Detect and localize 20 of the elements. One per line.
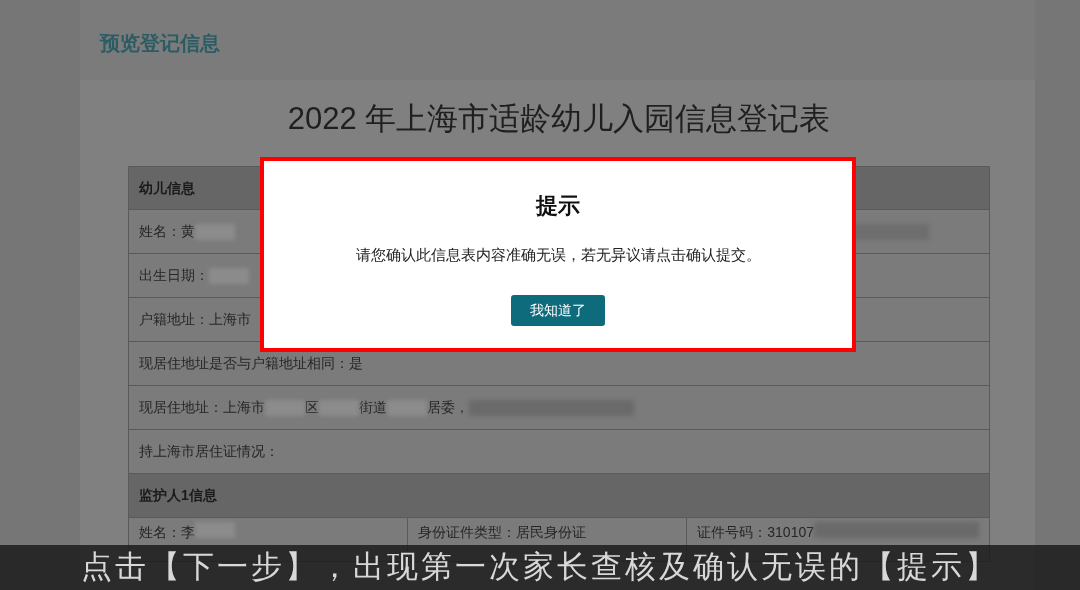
subtitle-text: 点击【下一步】，出现第一次家长查核及确认无误的【提示】: [81, 550, 999, 585]
field-text: 身份证件类型：居民身份证: [418, 523, 587, 543]
section-title: 监护人1信息: [139, 486, 217, 506]
field-text: 现居住地址：上海市: [139, 398, 265, 418]
field-text: 居委，: [427, 398, 469, 418]
field-text: 现居住地址是否与户籍地址相同：是: [139, 354, 363, 374]
section-title: 幼儿信息: [139, 178, 195, 198]
form-title: 2022 年上海市适龄幼儿入园信息登记表: [286, 100, 832, 138]
field-text: 姓名：李: [139, 523, 195, 543]
page-header-title: 预览登记信息: [100, 32, 220, 54]
field-text: 姓名：黄: [139, 222, 195, 242]
field-text: 持上海市居住证情况：: [139, 442, 279, 462]
field-text: 出生日期：: [139, 266, 209, 286]
field-text: 街道: [359, 398, 387, 418]
field-text: 区: [305, 398, 319, 418]
field-text: 户籍地址：上海市: [139, 310, 251, 330]
dialog-title: 提示: [536, 192, 580, 220]
ok-button[interactable]: 我知道了: [511, 295, 605, 326]
dialog-message: 请您确认此信息表内容准确无误，若无异议请点击确认提交。: [355, 245, 761, 265]
field-text: 证件号码：310107: [697, 523, 814, 543]
